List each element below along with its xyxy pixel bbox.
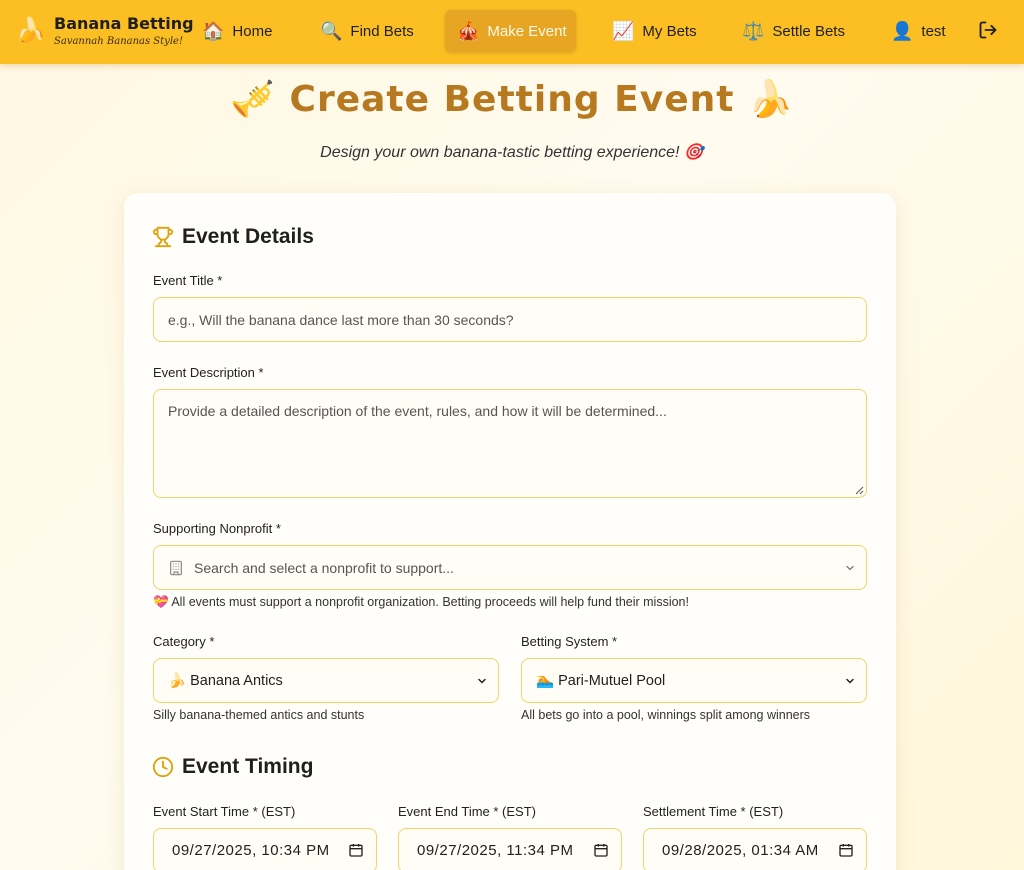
event-description-label: Event Description *	[153, 365, 264, 380]
home-icon: 🏠	[202, 20, 225, 41]
resize-handle-icon[interactable]	[854, 485, 864, 495]
chevron-down-icon	[478, 678, 486, 684]
logout-icon	[979, 21, 997, 39]
end-time-value: 09/27/2025, 11:34 PM	[417, 842, 574, 859]
category-help-text: Silly banana-themed antics and stunts	[153, 708, 365, 722]
circus-tent-icon: 🎪	[457, 20, 480, 41]
settlement-time-label: Settlement Time * (EST)	[643, 804, 784, 819]
start-time-input[interactable]: 09/27/2025, 10:34 PM	[153, 828, 377, 870]
event-title-label: Event Title *	[153, 273, 223, 288]
nav-make-event[interactable]: 🎪 Make Event	[445, 10, 576, 52]
user-icon: 👤	[891, 20, 914, 41]
nonprofit-label: Supporting Nonprofit *	[153, 521, 281, 536]
nav-my-bets[interactable]: 📈 My Bets	[600, 10, 709, 52]
nonprofit-help-text: 💝 All events must support a nonprofit or…	[153, 595, 689, 609]
logout-button[interactable]	[976, 18, 1000, 42]
scales-icon: ⚖️	[742, 20, 765, 41]
nav-make-event-label: Make Event	[487, 22, 567, 40]
betting-system-select[interactable]: 🏊 Pari-Mutuel Pool	[521, 658, 867, 703]
chevron-down-icon	[846, 678, 854, 684]
event-description-textarea[interactable]: Provide a detailed description of the ev…	[153, 389, 867, 498]
brand-title: Banana Betting	[54, 14, 194, 33]
nav-settle-bets[interactable]: ⚖️ Settle Bets	[730, 10, 857, 52]
nav-user-label: test	[921, 22, 946, 40]
start-time-label: Event Start Time * (EST)	[153, 804, 296, 819]
event-description-placeholder: Provide a detailed description of the ev…	[168, 403, 667, 419]
category-select-value: 🍌 Banana Antics	[168, 673, 283, 689]
page-title-text: Create Betting Event	[289, 79, 735, 120]
nav-my-bets-label: My Bets	[642, 22, 697, 40]
banana-icon: 🍌	[748, 79, 794, 120]
page-title: 🎺 Create Betting Event 🍌	[0, 78, 1024, 120]
event-details-heading: Event Details	[152, 225, 314, 249]
create-event-form: Event Details Event Title * e.g., Will t…	[124, 193, 896, 870]
brand-subtitle: Savannah Bananas Style!	[54, 36, 183, 47]
page-subtitle: Design your own banana-tastic betting ex…	[320, 144, 704, 161]
nonprofit-placeholder: Search and select a nonprofit to support…	[194, 559, 454, 576]
trophy-icon	[152, 226, 174, 248]
event-title-placeholder: e.g., Will the banana dance last more th…	[168, 311, 514, 328]
event-timing-heading: Event Timing	[152, 755, 313, 779]
end-time-label: Event End Time * (EST)	[398, 804, 536, 819]
betting-system-select-value: 🏊 Pari-Mutuel Pool	[536, 673, 666, 689]
search-icon: 🔍	[320, 20, 343, 41]
nav-home[interactable]: 🏠 Home	[190, 10, 284, 52]
nav-user[interactable]: 👤 test	[879, 10, 958, 52]
calendar-icon[interactable]	[838, 842, 854, 858]
building-icon	[170, 560, 182, 575]
category-label: Category *	[153, 634, 215, 649]
category-select[interactable]: 🍌 Banana Antics	[153, 658, 499, 703]
top-navbar: 🍌 Banana Betting Savannah Bananas Style!…	[0, 0, 1024, 64]
chart-icon: 📈	[612, 20, 635, 41]
nav-home-label: Home	[232, 22, 273, 40]
event-details-heading-text: Event Details	[182, 225, 314, 248]
betting-system-help-text: All bets go into a pool, winnings split …	[521, 708, 811, 722]
clock-icon	[152, 756, 174, 778]
nav-find-bets[interactable]: 🔍 Find Bets	[308, 10, 426, 52]
nav-settle-bets-label: Settle Bets	[772, 22, 845, 40]
calendar-icon[interactable]	[593, 842, 609, 858]
nonprofit-select[interactable]: Search and select a nonprofit to support…	[153, 545, 867, 590]
chevron-down-icon	[846, 565, 854, 570]
event-title-input[interactable]: e.g., Will the banana dance last more th…	[153, 297, 867, 342]
start-time-value: 09/27/2025, 10:34 PM	[172, 842, 330, 859]
nav-find-bets-label: Find Bets	[350, 22, 414, 40]
settlement-time-value: 09/28/2025, 01:34 AM	[662, 842, 819, 859]
trumpet-icon: 🎺	[230, 79, 276, 120]
banana-logo-icon: 🍌	[16, 16, 46, 44]
end-time-input[interactable]: 09/27/2025, 11:34 PM	[398, 828, 622, 870]
calendar-icon[interactable]	[348, 842, 364, 858]
betting-system-label: Betting System *	[521, 634, 618, 649]
event-timing-heading-text: Event Timing	[182, 755, 314, 778]
settlement-time-input[interactable]: 09/28/2025, 01:34 AM	[643, 828, 867, 870]
